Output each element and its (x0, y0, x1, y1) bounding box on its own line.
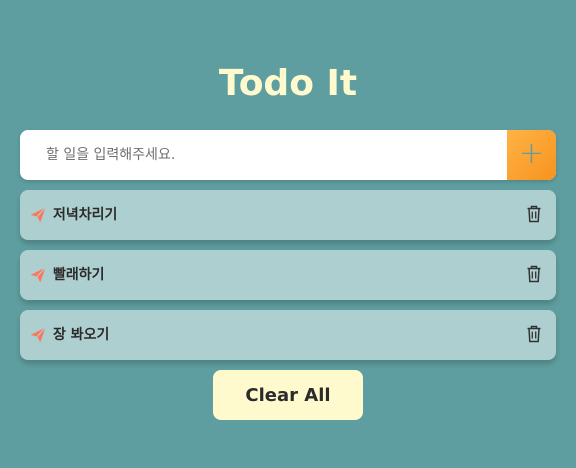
trash-icon[interactable] (526, 265, 542, 283)
page-title: Todo It (218, 63, 358, 104)
paper-plane-icon[interactable] (29, 266, 47, 284)
todo-text: 장 봐오기 (53, 327, 110, 343)
trash-icon[interactable] (526, 325, 542, 343)
todo-list: 저녁차리기 빨래하기 장 봐오기 (20, 190, 556, 370)
add-button[interactable]: + (507, 130, 556, 180)
trash-icon[interactable] (526, 205, 542, 223)
todo-text: 빨래하기 (53, 267, 105, 283)
todo-input-container: + (20, 130, 556, 180)
plus-icon: + (518, 136, 545, 171)
paper-plane-icon[interactable] (29, 206, 47, 224)
clear-all-button[interactable]: Clear All (213, 370, 363, 420)
todo-item: 장 봐오기 (20, 310, 556, 360)
paper-plane-icon[interactable] (29, 326, 47, 344)
todo-item: 빨래하기 (20, 250, 556, 300)
todo-item: 저녁차리기 (20, 190, 556, 240)
todo-input[interactable] (20, 130, 507, 180)
todo-text: 저녁차리기 (53, 207, 118, 223)
